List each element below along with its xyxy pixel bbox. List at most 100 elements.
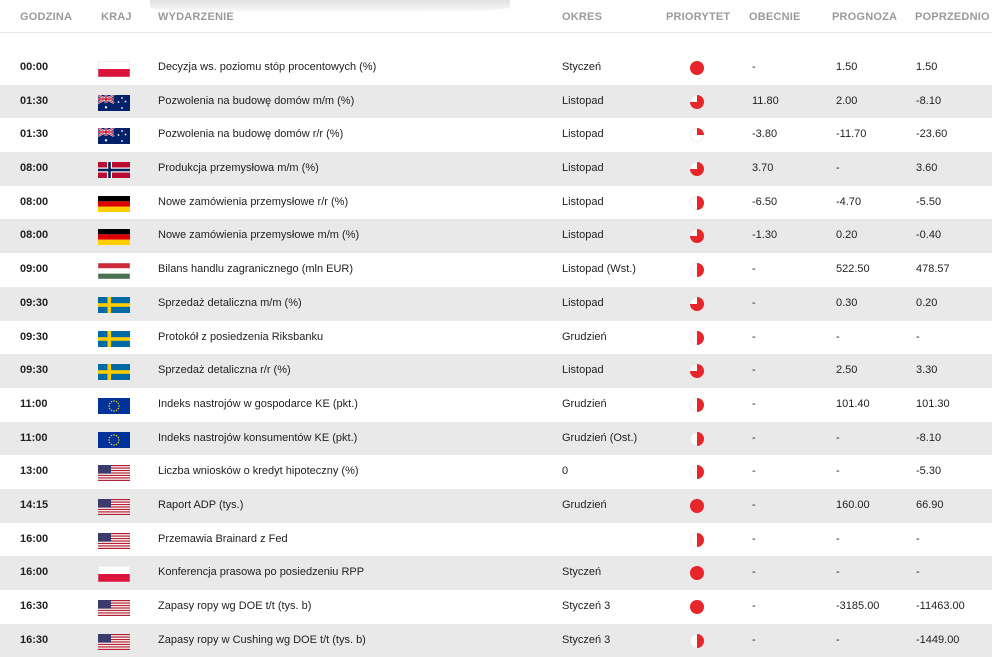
event-time: 09:30 (20, 296, 49, 309)
table-row[interactable]: 16:30 Zapasy ropy w Cushing wg DOE t/t (t… (0, 623, 992, 657)
previous-value: 1.50 (916, 61, 938, 73)
header-priority[interactable]: PRIORYTET (666, 11, 730, 23)
us-flag-icon (98, 532, 130, 549)
priority-full-icon (690, 61, 704, 75)
event-name[interactable]: Przemawia Brainard z Fed (158, 523, 288, 557)
event-time: 08:00 (20, 162, 49, 175)
event-time: 13:00 (20, 465, 49, 478)
event-name[interactable]: Indeks nastrojów w gospodarce KE (pkt.) (158, 388, 358, 422)
priority-full-icon (690, 566, 704, 581)
table-row[interactable]: 16:00 Przemawia Brainard z Fed - - - (0, 523, 992, 557)
table-row[interactable]: 08:00 Nowe zamówienia przemysłowe m/m (%)… (0, 219, 992, 254)
event-name[interactable]: Pozwolenia na budowę domów m/m (%) (158, 85, 354, 119)
event-period: Styczeń (562, 61, 602, 73)
actual-value: - (752, 263, 756, 276)
forecast-value: - (836, 633, 840, 646)
event-name[interactable]: Raport ADP (tys.) (158, 489, 243, 523)
table-row[interactable]: 00:00 Decyzja ws. poziomu stóp procentowy… (0, 51, 992, 85)
event-time: 09:30 (20, 364, 49, 377)
forecast-value: -4.70 (836, 195, 862, 208)
actual-value: 11.80 (752, 94, 779, 107)
event-name[interactable]: Nowe zamówienia przemysłowe r/r (%) (158, 186, 348, 220)
actual-value: - (752, 397, 756, 410)
table-row[interactable]: 16:00 Konferencja prasowa po posiedzeniu … (0, 556, 992, 590)
priority-half-icon (690, 263, 704, 278)
event-name[interactable]: Sprzedaż detaliczna r/r (%) (158, 354, 291, 388)
event-name[interactable]: Bilans handlu zagranicznego (mln EUR) (158, 253, 353, 287)
priority-half-icon (690, 195, 704, 210)
se-flag-icon (98, 296, 130, 313)
actual-value: - (752, 566, 756, 579)
priority-three-quarter-icon (690, 296, 704, 311)
event-name[interactable]: Nowe zamówienia przemysłowe m/m (%) (158, 219, 359, 253)
previous-value: - (916, 330, 920, 343)
table-row[interactable]: 11:00 Indeks nastrojów konsumentów KE (pk… (0, 421, 992, 456)
header-previous[interactable]: POPRZEDNIO (915, 11, 990, 23)
priority-half-icon (690, 397, 704, 412)
table-row[interactable]: 01:30 Pozwolenia na budowę domów m/m (%) L… (0, 84, 992, 119)
previous-value: -11463.00 (916, 600, 965, 612)
previous-value: 3.60 (916, 162, 938, 175)
actual-value: -3.80 (752, 128, 778, 141)
event-name[interactable]: Zapasy ropy wg DOE t/t (tys. b) (158, 590, 311, 624)
table-row[interactable]: 11:00 Indeks nastrojów w gospodarce KE (p… (0, 388, 992, 422)
event-time: 16:30 (20, 633, 49, 646)
table-row[interactable]: 09:30 Sprzedaż detaliczna m/m (%) Listopad… (0, 286, 992, 321)
table-row[interactable]: 08:00 Nowe zamówienia przemysłowe r/r (%)… (0, 186, 992, 220)
table-row[interactable]: 09:30 Protokół z posiedzenia Riksbanku Gru… (0, 321, 992, 355)
event-period: Styczeń 3 (562, 633, 611, 646)
priority-half-icon (690, 431, 704, 446)
event-name[interactable]: Zapasy ropy w Cushing wg DOE t/t (tys. b… (158, 624, 366, 657)
event-name[interactable]: Pozwolenia na budowę domów r/r (%) (158, 118, 343, 152)
actual-value: -1.30 (752, 229, 778, 242)
event-time: 08:00 (20, 195, 49, 208)
actual-value: -6.50 (752, 195, 778, 208)
header-event[interactable]: WYDARZENIE (158, 11, 234, 23)
de-flag-icon (98, 229, 130, 246)
event-period: 0 (562, 465, 569, 478)
event-name[interactable]: Decyzja ws. poziomu stóp procentowych (%… (158, 51, 376, 85)
table-row[interactable]: 09:30 Sprzedaż detaliczna r/r (%) Listopad… (0, 354, 992, 388)
table-row[interactable]: 14:15 Raport ADP (tys.) Grudzień - 160.00 66.… (0, 488, 992, 523)
event-name[interactable]: Liczba wniosków o kredyt hipoteczny (%) (158, 455, 359, 489)
previous-value: -8.10 (916, 94, 942, 107)
header-country[interactable]: KRAJ (101, 11, 132, 23)
event-name[interactable]: Konferencja prasowa po posiedzeniu RPP (158, 556, 364, 590)
table-row[interactable]: 01:30 Pozwolenia na budowę domów r/r (%) L… (0, 118, 992, 152)
eu-flag-icon (98, 397, 130, 414)
event-name[interactable]: Protokół z posiedzenia Riksbanku (158, 321, 323, 355)
event-period: Listopad (Wst.) (562, 263, 636, 276)
actual-value: - (752, 431, 756, 444)
table-row[interactable]: 16:30 Zapasy ropy wg DOE t/t (tys. b) Styc… (0, 590, 992, 624)
priority-half-icon (690, 465, 704, 480)
event-name[interactable]: Indeks nastrojów konsumentów KE (pkt.) (158, 422, 357, 456)
event-period: Grudzień (562, 397, 607, 410)
event-time: 14:15 (20, 498, 49, 511)
event-name[interactable]: Produkcja przemysłowa m/m (%) (158, 152, 319, 186)
forecast-value: - (836, 330, 840, 343)
se-flag-icon (98, 330, 130, 347)
event-time: 01:30 (20, 128, 49, 141)
header-forecast[interactable]: PROGNOZA (832, 11, 897, 23)
us-flag-icon (98, 633, 130, 650)
actual-value: - (752, 633, 756, 646)
table-row[interactable]: 09:00 Bilans handlu zagranicznego (mln EU… (0, 253, 992, 287)
header-period[interactable]: OKRES (562, 11, 602, 23)
header-time[interactable]: GODZINA (20, 11, 72, 23)
us-flag-icon (98, 498, 130, 515)
header-actual[interactable]: OBECNIE (749, 11, 801, 23)
forecast-value: 1.50 (836, 61, 858, 73)
previous-value: - (916, 532, 920, 545)
priority-full-icon (690, 498, 704, 513)
priority-three-quarter-icon (690, 94, 704, 109)
table-row[interactable]: 13:00 Liczba wniosków o kredyt hipoteczny… (0, 455, 992, 489)
actual-value: - (752, 532, 756, 545)
event-name[interactable]: Sprzedaż detaliczna m/m (%) (158, 287, 302, 321)
priority-three-quarter-icon (690, 162, 704, 177)
forecast-value: 0.30 (836, 296, 858, 309)
priority-half-icon (690, 532, 704, 547)
previous-value: -0.40 (916, 229, 942, 242)
previous-value: -23.60 (916, 128, 948, 141)
priority-three-quarter-icon (690, 364, 704, 379)
table-row[interactable]: 08:00 Produkcja przemysłowa m/m (%) Listop… (0, 152, 992, 186)
